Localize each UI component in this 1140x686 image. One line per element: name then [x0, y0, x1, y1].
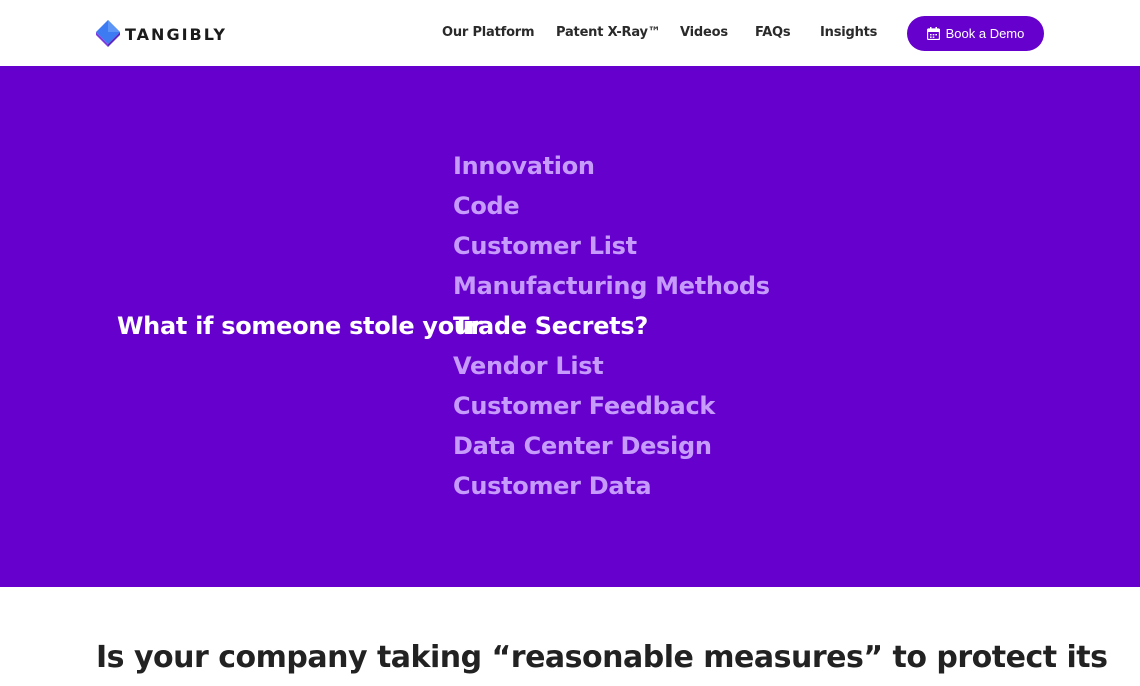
- section-heading: Is your company taking “reasonable measu…: [96, 640, 1108, 675]
- secret-item-innovation: Innovation: [453, 152, 595, 180]
- hero-question: What if someone stole your: [117, 312, 483, 340]
- secret-item-manufacturing-methods: Manufacturing Methods: [453, 272, 770, 300]
- secret-item-customer-list: Customer List: [453, 232, 637, 260]
- secret-item-code: Code: [453, 192, 520, 220]
- nav-item-faqs[interactable]: FAQs: [755, 25, 791, 40]
- site-header: TANGIBLY Our Platform Patent X-Ray™ Vide…: [0, 0, 1140, 66]
- secret-item-customer-feedback: Customer Feedback: [453, 392, 716, 420]
- nav-item-insights[interactable]: Insights: [820, 25, 877, 40]
- hero-section: What if someone stole your Innovation Co…: [0, 66, 1140, 587]
- nav-item-videos[interactable]: Videos: [680, 25, 728, 40]
- calendar-icon: [926, 27, 940, 40]
- nav-item-our-platform[interactable]: Our Platform: [442, 25, 535, 40]
- secret-item-vendor-list: Vendor List: [453, 352, 604, 380]
- secret-item-data-center-design: Data Center Design: [453, 432, 712, 460]
- nav-item-patent-x-ray[interactable]: Patent X-Ray™: [556, 25, 661, 40]
- secret-item-trade-secrets-active: Trade Secrets?: [453, 312, 648, 340]
- secret-item-customer-data: Customer Data: [453, 472, 652, 500]
- book-demo-button[interactable]: Book a Demo: [907, 16, 1044, 51]
- book-demo-label: Book a Demo: [945, 26, 1025, 41]
